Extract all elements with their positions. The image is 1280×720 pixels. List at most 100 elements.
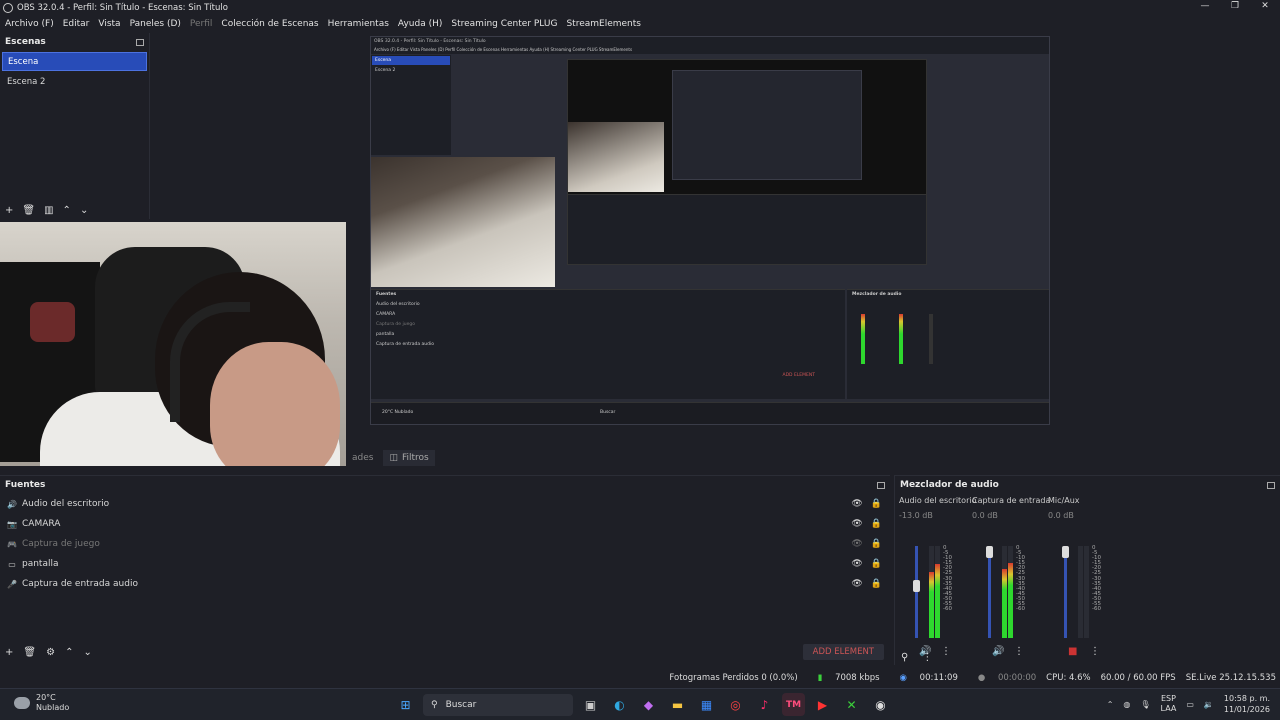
channel-menu-icon[interactable]: ⋮ — [941, 646, 951, 657]
windows-taskbar: 20°C Nublado ⊞ ⚲ Buscar ▣ ◐ ◆ ▬ ▦ ◎ ♪ TM… — [0, 688, 1280, 720]
record-icon: ● — [977, 673, 986, 683]
move-down-icon[interactable]: ⌄ — [80, 205, 88, 216]
xbox-icon[interactable]: ✕ — [840, 693, 863, 716]
lock-icon[interactable]: 🔒 — [871, 559, 882, 569]
volume-slider-handle[interactable] — [913, 580, 920, 592]
tab-propiedades[interactable]: ades — [346, 450, 379, 466]
add-element-button[interactable]: ADD ELEMENT — [802, 644, 884, 660]
source-label: Captura de juego — [22, 539, 100, 549]
tab-filtros[interactable]: ◫ Filtros — [383, 450, 435, 466]
audio-meter — [929, 546, 934, 638]
speaker-icon[interactable]: 🔊 — [992, 646, 1004, 657]
network-icon[interactable]: ▭ — [1186, 700, 1194, 709]
language[interactable]: ESP — [1161, 694, 1177, 704]
sources-title: Fuentes — [5, 480, 46, 490]
add-scene-icon[interactable]: + — [5, 205, 13, 216]
volume-slider[interactable] — [915, 546, 918, 638]
menu-herramientas[interactable]: Herramientas — [328, 19, 389, 29]
lock-icon[interactable]: 🔒 — [871, 519, 882, 529]
microphone-icon[interactable]: 🎙 — [1140, 700, 1150, 709]
inner-taskbar: 20°C Nublado Buscar — [371, 402, 1049, 424]
visibility-eye-icon[interactable]: 👁 — [851, 559, 862, 569]
menu-archivo[interactable]: Archivo (F) — [5, 19, 54, 29]
source-type-icon: 🔊 — [7, 499, 17, 509]
chrome-icon[interactable]: ◎ — [724, 693, 747, 716]
file-explorer-icon[interactable]: ▬ — [666, 693, 689, 716]
webcam-preview — [0, 222, 346, 466]
mixer-menu-icon[interactable]: ⋮ — [922, 652, 932, 663]
volume-slider-handle[interactable] — [986, 546, 993, 558]
source-item[interactable]: 🎤 Captura de entrada audio 👁 🔒 — [0, 574, 890, 594]
chevron-up-icon[interactable]: ⌃ — [1107, 700, 1114, 709]
source-item[interactable]: 🎮 Captura de juego 👁 🔒 — [0, 534, 890, 554]
tiktok-icon[interactable]: ♪ — [753, 693, 776, 716]
visibility-eye-icon[interactable]: 👁 — [851, 519, 862, 529]
windows-start-icon[interactable]: ⊞ — [394, 693, 417, 716]
taskbar-search[interactable]: ⚲ Buscar — [423, 693, 573, 716]
volume-slider[interactable] — [1064, 546, 1067, 638]
source-item[interactable]: 🔊 Audio del escritorio 👁 🔒 — [0, 494, 890, 514]
menu-editar[interactable]: Editar — [63, 19, 90, 29]
visibility-eye-icon[interactable]: 👁 — [851, 579, 862, 589]
menu-vista[interactable]: Vista — [98, 19, 120, 29]
move-down-icon[interactable]: ⌄ — [83, 647, 91, 658]
copilot-icon[interactable]: ◆ — [637, 693, 660, 716]
lock-icon[interactable]: 🔒 — [871, 539, 882, 549]
system-tray: ⌃ ◍ 🎙 ESP LAA ▭ 🔉 10:58 p. m. 11/01/2026 — [1107, 693, 1270, 715]
move-up-icon[interactable]: ⌃ — [63, 205, 71, 216]
weather-widget[interactable]: 20°C Nublado — [14, 693, 69, 713]
task-view-icon[interactable]: ▣ — [579, 693, 602, 716]
channel-menu-icon[interactable]: ⋮ — [1090, 646, 1100, 657]
mixer-title: Mezclador de audio — [900, 480, 999, 490]
minimize-button[interactable]: — — [1190, 0, 1220, 15]
volume-icon[interactable]: 🔉 — [1204, 700, 1214, 709]
tiktok-live-studio-icon[interactable]: TM — [782, 693, 805, 716]
maximize-button[interactable]: ❐ — [1220, 0, 1250, 15]
clock[interactable]: 10:58 p. m. 11/01/2026 — [1224, 693, 1270, 715]
lock-icon[interactable]: 🔒 — [871, 579, 882, 589]
remove-scene-icon[interactable]: 🗑 — [22, 205, 35, 216]
menu-perfil[interactable]: Perfil — [190, 19, 213, 29]
menu-coleccion-escenas[interactable]: Colección de Escenas — [221, 19, 318, 29]
audio-meter — [1078, 546, 1083, 638]
undock-icon[interactable] — [877, 481, 885, 489]
edge-icon[interactable]: ◐ — [608, 693, 631, 716]
add-source-icon[interactable]: + — [5, 647, 13, 658]
remove-source-icon[interactable]: 🗑 — [23, 647, 36, 658]
undock-icon[interactable] — [1267, 481, 1275, 489]
keyboard-layout[interactable]: LAA — [1161, 704, 1177, 714]
audio-meter — [1002, 546, 1007, 638]
inner-weather: 20°C Nublado — [382, 410, 414, 415]
scene-item-escena-2[interactable]: Escena 2 — [2, 72, 147, 91]
inner-preview — [567, 59, 927, 265]
undock-icon[interactable] — [136, 38, 144, 46]
menu-paneles[interactable]: Paneles (D) — [130, 19, 181, 29]
lock-icon[interactable]: 🔒 — [871, 499, 882, 509]
inner-search: Buscar — [600, 410, 616, 415]
source-properties-icon[interactable]: ⚙ — [46, 647, 55, 658]
scene-item-escena[interactable]: Escena — [2, 52, 147, 71]
inner-nested-screen — [672, 70, 862, 180]
scene-filters-icon[interactable]: ▥ — [44, 205, 53, 216]
volume-slider[interactable] — [988, 546, 991, 638]
move-up-icon[interactable]: ⌃ — [65, 647, 73, 658]
channel-menu-icon[interactable]: ⋮ — [1014, 646, 1024, 657]
source-item[interactable]: 📷 CAMARA 👁 🔒 — [0, 514, 890, 534]
volume-slider-handle[interactable] — [1062, 546, 1069, 558]
sources-panel: Fuentes 🔊 Audio del escritorio 👁 🔒 📷 CAMARA 👁 🔒… — [0, 475, 890, 665]
menu-streamelements[interactable]: StreamElements — [566, 19, 641, 29]
menu-ayuda[interactable]: Ayuda (H) — [398, 19, 442, 29]
tray-app-icon[interactable]: ◍ — [1123, 700, 1130, 709]
source-label: Captura de entrada audio — [22, 579, 138, 589]
visibility-eye-icon[interactable]: 👁 — [851, 539, 862, 549]
store-icon[interactable]: ▦ — [695, 693, 718, 716]
menu-streaming-center[interactable]: Streaming Center PLUG — [451, 19, 557, 29]
advanced-audio-icon[interactable]: ⚲ — [901, 652, 908, 663]
inner-nested-panels — [568, 194, 926, 264]
visibility-eye-icon[interactable]: 👁 — [851, 499, 862, 509]
youtube-icon[interactable]: ▶ — [811, 693, 834, 716]
source-item[interactable]: ▭ pantalla 👁 🔒 — [0, 554, 890, 574]
close-button[interactable]: ✕ — [1250, 0, 1280, 15]
muted-speaker-icon[interactable]: ■ — [1068, 646, 1077, 657]
obs-taskbar-icon[interactable]: ◉ — [869, 693, 892, 716]
